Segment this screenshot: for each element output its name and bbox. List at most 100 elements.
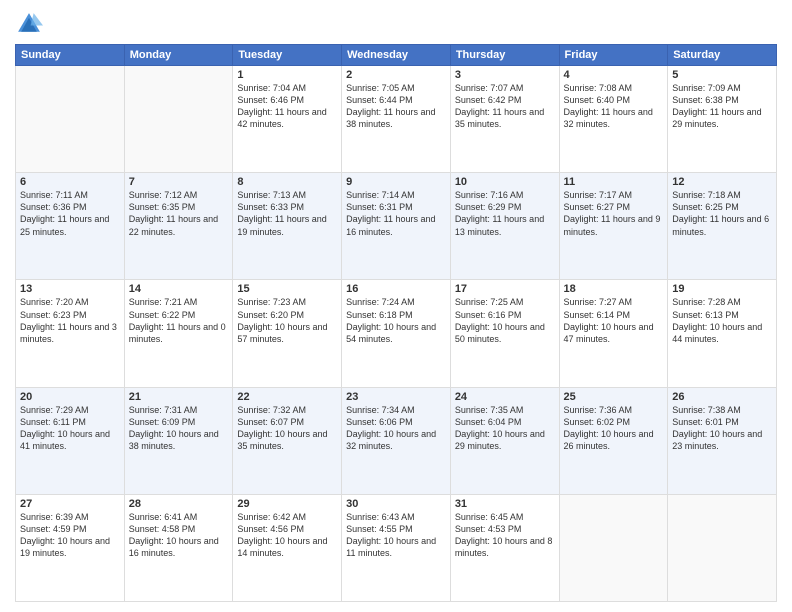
calendar-cell: [668, 494, 777, 601]
day-number: 18: [564, 283, 664, 295]
day-number: 11: [564, 176, 664, 188]
calendar-cell: 5Sunrise: 7:09 AM Sunset: 6:38 PM Daylig…: [668, 66, 777, 173]
day-number: 13: [20, 283, 120, 295]
calendar-cell: 20Sunrise: 7:29 AM Sunset: 6:11 PM Dayli…: [16, 387, 125, 494]
day-number: 10: [455, 176, 555, 188]
day-info: Sunrise: 7:07 AM Sunset: 6:42 PM Dayligh…: [455, 82, 555, 131]
day-number: 17: [455, 283, 555, 295]
day-info: Sunrise: 7:20 AM Sunset: 6:23 PM Dayligh…: [20, 296, 120, 345]
day-info: Sunrise: 6:39 AM Sunset: 4:59 PM Dayligh…: [20, 511, 120, 560]
day-number: 2: [346, 69, 446, 81]
page: SundayMondayTuesdayWednesdayThursdayFrid…: [0, 0, 792, 612]
day-info: Sunrise: 7:08 AM Sunset: 6:40 PM Dayligh…: [564, 82, 664, 131]
day-info: Sunrise: 7:04 AM Sunset: 6:46 PM Dayligh…: [237, 82, 337, 131]
day-info: Sunrise: 7:11 AM Sunset: 6:36 PM Dayligh…: [20, 189, 120, 238]
calendar-cell: 30Sunrise: 6:43 AM Sunset: 4:55 PM Dayli…: [342, 494, 451, 601]
calendar-cell: 3Sunrise: 7:07 AM Sunset: 6:42 PM Daylig…: [450, 66, 559, 173]
calendar-header-row: SundayMondayTuesdayWednesdayThursdayFrid…: [16, 45, 777, 66]
calendar-cell: 18Sunrise: 7:27 AM Sunset: 6:14 PM Dayli…: [559, 280, 668, 387]
day-info: Sunrise: 7:25 AM Sunset: 6:16 PM Dayligh…: [455, 296, 555, 345]
calendar-cell: 27Sunrise: 6:39 AM Sunset: 4:59 PM Dayli…: [16, 494, 125, 601]
calendar-cell: 22Sunrise: 7:32 AM Sunset: 6:07 PM Dayli…: [233, 387, 342, 494]
header: [15, 10, 777, 38]
calendar-week-row: 13Sunrise: 7:20 AM Sunset: 6:23 PM Dayli…: [16, 280, 777, 387]
calendar-cell: [559, 494, 668, 601]
column-header-friday: Friday: [559, 45, 668, 66]
calendar-cell: 10Sunrise: 7:16 AM Sunset: 6:29 PM Dayli…: [450, 173, 559, 280]
day-number: 25: [564, 391, 664, 403]
day-info: Sunrise: 7:28 AM Sunset: 6:13 PM Dayligh…: [672, 296, 772, 345]
day-info: Sunrise: 7:17 AM Sunset: 6:27 PM Dayligh…: [564, 189, 664, 238]
calendar-cell: 29Sunrise: 6:42 AM Sunset: 4:56 PM Dayli…: [233, 494, 342, 601]
day-number: 6: [20, 176, 120, 188]
calendar-cell: 8Sunrise: 7:13 AM Sunset: 6:33 PM Daylig…: [233, 173, 342, 280]
calendar-cell: 4Sunrise: 7:08 AM Sunset: 6:40 PM Daylig…: [559, 66, 668, 173]
day-info: Sunrise: 6:45 AM Sunset: 4:53 PM Dayligh…: [455, 511, 555, 560]
calendar-cell: 23Sunrise: 7:34 AM Sunset: 6:06 PM Dayli…: [342, 387, 451, 494]
day-number: 1: [237, 69, 337, 81]
day-info: Sunrise: 7:32 AM Sunset: 6:07 PM Dayligh…: [237, 404, 337, 453]
calendar-cell: 6Sunrise: 7:11 AM Sunset: 6:36 PM Daylig…: [16, 173, 125, 280]
calendar-cell: 7Sunrise: 7:12 AM Sunset: 6:35 PM Daylig…: [124, 173, 233, 280]
day-info: Sunrise: 7:16 AM Sunset: 6:29 PM Dayligh…: [455, 189, 555, 238]
calendar-cell: [16, 66, 125, 173]
calendar-cell: 25Sunrise: 7:36 AM Sunset: 6:02 PM Dayli…: [559, 387, 668, 494]
column-header-sunday: Sunday: [16, 45, 125, 66]
calendar-cell: 15Sunrise: 7:23 AM Sunset: 6:20 PM Dayli…: [233, 280, 342, 387]
calendar-cell: 12Sunrise: 7:18 AM Sunset: 6:25 PM Dayli…: [668, 173, 777, 280]
day-info: Sunrise: 7:23 AM Sunset: 6:20 PM Dayligh…: [237, 296, 337, 345]
calendar-cell: 16Sunrise: 7:24 AM Sunset: 6:18 PM Dayli…: [342, 280, 451, 387]
day-number: 12: [672, 176, 772, 188]
day-number: 22: [237, 391, 337, 403]
day-number: 16: [346, 283, 446, 295]
day-info: Sunrise: 7:24 AM Sunset: 6:18 PM Dayligh…: [346, 296, 446, 345]
calendar-cell: 9Sunrise: 7:14 AM Sunset: 6:31 PM Daylig…: [342, 173, 451, 280]
day-number: 27: [20, 498, 120, 510]
day-info: Sunrise: 6:43 AM Sunset: 4:55 PM Dayligh…: [346, 511, 446, 560]
day-number: 9: [346, 176, 446, 188]
column-header-thursday: Thursday: [450, 45, 559, 66]
calendar-cell: 13Sunrise: 7:20 AM Sunset: 6:23 PM Dayli…: [16, 280, 125, 387]
day-number: 23: [346, 391, 446, 403]
calendar-week-row: 27Sunrise: 6:39 AM Sunset: 4:59 PM Dayli…: [16, 494, 777, 601]
day-number: 8: [237, 176, 337, 188]
column-header-tuesday: Tuesday: [233, 45, 342, 66]
day-number: 29: [237, 498, 337, 510]
day-number: 28: [129, 498, 229, 510]
day-number: 3: [455, 69, 555, 81]
day-info: Sunrise: 7:14 AM Sunset: 6:31 PM Dayligh…: [346, 189, 446, 238]
day-info: Sunrise: 7:29 AM Sunset: 6:11 PM Dayligh…: [20, 404, 120, 453]
day-number: 30: [346, 498, 446, 510]
day-number: 4: [564, 69, 664, 81]
day-info: Sunrise: 7:18 AM Sunset: 6:25 PM Dayligh…: [672, 189, 772, 238]
day-info: Sunrise: 7:12 AM Sunset: 6:35 PM Dayligh…: [129, 189, 229, 238]
day-number: 15: [237, 283, 337, 295]
day-number: 5: [672, 69, 772, 81]
calendar-week-row: 20Sunrise: 7:29 AM Sunset: 6:11 PM Dayli…: [16, 387, 777, 494]
logo-icon: [15, 10, 43, 38]
column-header-wednesday: Wednesday: [342, 45, 451, 66]
calendar-cell: 19Sunrise: 7:28 AM Sunset: 6:13 PM Dayli…: [668, 280, 777, 387]
calendar-week-row: 6Sunrise: 7:11 AM Sunset: 6:36 PM Daylig…: [16, 173, 777, 280]
day-info: Sunrise: 7:31 AM Sunset: 6:09 PM Dayligh…: [129, 404, 229, 453]
calendar-cell: 21Sunrise: 7:31 AM Sunset: 6:09 PM Dayli…: [124, 387, 233, 494]
day-info: Sunrise: 7:21 AM Sunset: 6:22 PM Dayligh…: [129, 296, 229, 345]
calendar-cell: [124, 66, 233, 173]
day-number: 20: [20, 391, 120, 403]
day-number: 21: [129, 391, 229, 403]
calendar-cell: 17Sunrise: 7:25 AM Sunset: 6:16 PM Dayli…: [450, 280, 559, 387]
day-number: 31: [455, 498, 555, 510]
day-info: Sunrise: 6:41 AM Sunset: 4:58 PM Dayligh…: [129, 511, 229, 560]
day-info: Sunrise: 7:35 AM Sunset: 6:04 PM Dayligh…: [455, 404, 555, 453]
calendar-cell: 1Sunrise: 7:04 AM Sunset: 6:46 PM Daylig…: [233, 66, 342, 173]
column-header-saturday: Saturday: [668, 45, 777, 66]
day-number: 26: [672, 391, 772, 403]
column-header-monday: Monday: [124, 45, 233, 66]
calendar-table: SundayMondayTuesdayWednesdayThursdayFrid…: [15, 44, 777, 602]
day-info: Sunrise: 6:42 AM Sunset: 4:56 PM Dayligh…: [237, 511, 337, 560]
day-number: 14: [129, 283, 229, 295]
day-info: Sunrise: 7:38 AM Sunset: 6:01 PM Dayligh…: [672, 404, 772, 453]
day-number: 24: [455, 391, 555, 403]
day-info: Sunrise: 7:34 AM Sunset: 6:06 PM Dayligh…: [346, 404, 446, 453]
calendar-cell: 24Sunrise: 7:35 AM Sunset: 6:04 PM Dayli…: [450, 387, 559, 494]
